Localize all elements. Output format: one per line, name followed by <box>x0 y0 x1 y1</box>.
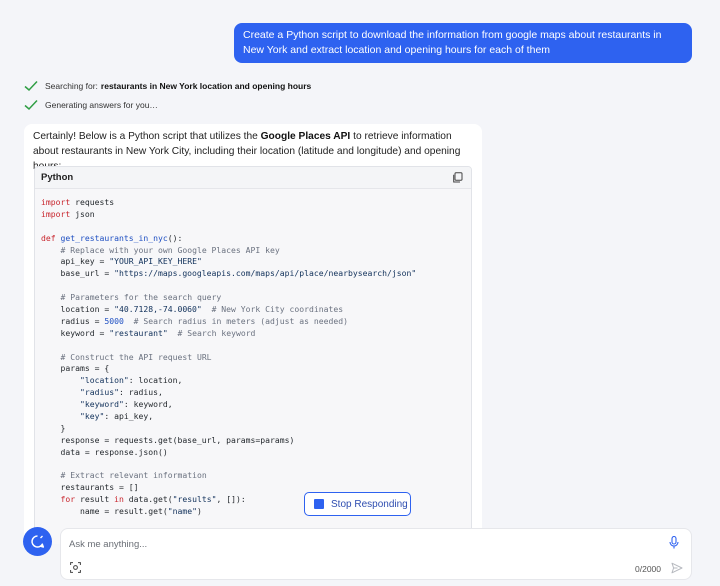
code-line: api_key = "YOUR_API_KEY_HERE" <box>41 256 202 267</box>
code-line: # Extract relevant information <box>60 470 207 481</box>
status-prefix: Searching for: <box>45 81 98 91</box>
code-line: keyword = "restaurant" # Search keyword <box>41 327 256 338</box>
code-line: # Construct the API request URL <box>60 351 212 362</box>
code-line: # Replace with your own Google Places AP… <box>60 244 280 255</box>
code-language-label: Python <box>41 172 74 183</box>
status-generating: Generating answers for you… <box>24 99 158 111</box>
code-line: params = { <box>41 363 110 374</box>
copy-icon[interactable] <box>452 172 463 183</box>
status-query: restaurants in New York location and ope… <box>100 81 312 91</box>
answer-intro-bold: Google Places API <box>260 131 351 142</box>
status-prefix: Generating answers for you… <box>45 100 158 110</box>
stop-icon <box>314 499 324 509</box>
assistant-answer-card: Certainly! Below is a Python script that… <box>24 124 482 544</box>
code-line: location = "40.7128,-74.0060" # New York… <box>41 304 344 315</box>
checkmark-icon <box>24 80 38 92</box>
code-line: } <box>41 422 66 433</box>
code-line: import json <box>41 208 95 219</box>
new-topic-button[interactable] <box>23 527 52 556</box>
code-line: radius = 5000 # Search radius in meters … <box>41 315 349 326</box>
stop-button-label: Stop Responding <box>331 498 408 510</box>
chat-input[interactable] <box>69 536 659 552</box>
code-header: Python <box>35 167 471 189</box>
chat-bubble-icon <box>31 535 45 548</box>
user-message-text: Create a Python script to download the i… <box>243 29 662 56</box>
code-line: def get_restaurants_in_nyc(): <box>41 232 183 243</box>
code-line: base_url = "https://maps.googleapis.com/… <box>41 268 417 279</box>
code-line: import requests <box>41 197 115 207</box>
code-content: import requests import json def get_restau… <box>35 189 471 544</box>
code-block: Python import requests import json def get… <box>34 166 472 544</box>
status-searching: Searching for: restaurants in New York l… <box>24 80 311 92</box>
code-line: response = requests.get(base_url, params… <box>41 434 295 445</box>
code-line: "keyword": keyword, <box>79 399 173 410</box>
code-line: "radius": radius, <box>79 387 163 398</box>
user-message-bubble: Create a Python script to download the i… <box>234 23 692 63</box>
character-counter: 0/2000 <box>635 564 661 574</box>
microphone-icon[interactable] <box>669 536 679 549</box>
answer-intro-text: Certainly! Below is a Python script that… <box>33 131 261 142</box>
image-scan-icon[interactable] <box>70 562 81 573</box>
code-line: "location": location, <box>79 375 183 386</box>
code-line: # Parameters for the search query <box>60 292 222 303</box>
send-icon[interactable] <box>671 562 683 574</box>
code-line: data = response.json() <box>41 446 168 457</box>
composer: 0/2000 <box>60 528 692 580</box>
checkmark-icon <box>24 99 38 111</box>
code-line: "key": api_key, <box>79 411 154 422</box>
stop-responding-button[interactable]: Stop Responding <box>304 492 411 516</box>
